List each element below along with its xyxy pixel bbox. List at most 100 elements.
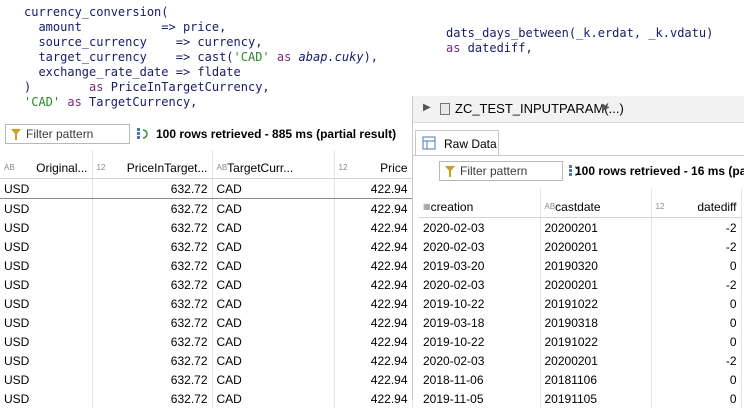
column-header-castdate[interactable]: AB castdate: [540, 189, 652, 218]
table-row[interactable]: 2020-02-03 20200201 -2: [419, 275, 742, 294]
table-row[interactable]: 2020-02-03 20200201 -2: [419, 237, 742, 256]
chevron-right-icon[interactable]: ▶: [423, 102, 431, 113]
column-header-original[interactable]: AB Original...: [0, 150, 93, 179]
table-cell: 2020-02-03: [419, 351, 541, 370]
table-cell: 0: [651, 294, 742, 313]
tab-raw-data-label: Raw Data: [444, 137, 497, 151]
column-type-icon: AB: [216, 162, 228, 172]
table-cell: CAD: [212, 294, 335, 313]
column-header-price[interactable]: 12 Price: [334, 150, 413, 179]
table-cell: 422.94: [334, 256, 413, 275]
table-row[interactable]: USD 632.72 CAD 422.94: [0, 198, 413, 218]
table-cell: 20190320: [540, 256, 652, 275]
table-row[interactable]: 2019-11-05 20191105 0: [419, 389, 742, 408]
table-row[interactable]: USD 632.72 CAD 422.94: [0, 218, 413, 237]
table-cell: 2018-11-06: [419, 370, 541, 389]
right-status-text: 100 rows retrieved - 16 ms (pa: [575, 164, 744, 178]
table-cell: 632.72: [92, 313, 213, 332]
code-line: ) as PriceInTargetCurrency,: [24, 80, 378, 95]
table-icon: [422, 136, 436, 150]
table-cell: 422.94: [334, 237, 413, 256]
column-type-icon: 12: [655, 201, 665, 211]
table-row[interactable]: 2019-03-18 20190318 0: [419, 313, 742, 332]
table-row[interactable]: 2020-02-03 20200201 -2: [419, 217, 742, 237]
table-row[interactable]: 2018-11-06 20181106 0: [419, 370, 742, 389]
column-type-icon: 12: [96, 162, 106, 172]
code-line: as datediff,: [446, 41, 713, 56]
breadcrumb-bar: ▶ ZC_TEST_INPUTPARAM(...) ▶: [413, 96, 744, 123]
code-token: 'CAD': [233, 50, 270, 64]
table-row[interactable]: USD 632.72 CAD 422.94: [0, 389, 413, 408]
table-row[interactable]: USD 632.72 CAD 422.94: [0, 351, 413, 370]
table-cell: -2: [651, 237, 742, 256]
column-header-label: PriceInTarget...: [126, 160, 208, 175]
table-row[interactable]: USD 632.72 CAD 422.94: [0, 313, 413, 332]
table-cell: USD: [0, 313, 93, 332]
code-editor-left: currency_conversion( amount => price, so…: [24, 5, 378, 110]
table-row[interactable]: USD 632.72 CAD 422.94: [0, 275, 413, 294]
breadcrumb-entity[interactable]: ZC_TEST_INPUTPARAM(...): [455, 101, 624, 116]
table-cell: 2019-03-18: [419, 313, 541, 332]
table-row[interactable]: USD 632.72 CAD 422.94: [0, 237, 413, 256]
tab-raw-data[interactable]: Raw Data: [415, 130, 499, 156]
table-cell: 422.94: [334, 332, 413, 351]
table-row[interactable]: USD 632.72 CAD 422.94: [0, 256, 413, 275]
code-token: dats_days_between(_k.erdat, _k.vdatu): [446, 26, 714, 40]
table-cell: 422.94: [334, 351, 413, 370]
code-token: cast(: [197, 50, 234, 64]
table-cell: 632.72: [92, 178, 213, 199]
table-cell: -2: [651, 351, 742, 370]
table-cell: 20191022: [540, 294, 652, 313]
column-type-icon: AB: [544, 201, 556, 211]
code-line: source_currency => currency,: [24, 35, 378, 50]
table-row[interactable]: 2020-02-03 20200201 -2: [419, 351, 742, 370]
column-header-label: creation: [430, 199, 474, 214]
code-token: exchange_rate_date => fldate: [24, 65, 241, 79]
table-cell: 422.94: [334, 370, 413, 389]
table-row[interactable]: USD 632.72 CAD 422.94: [0, 178, 413, 199]
code-token: currency_conversion(: [24, 5, 169, 19]
table-cell: USD: [0, 237, 93, 256]
left-filter-input[interactable]: Filter pattern: [5, 124, 130, 144]
table-row[interactable]: USD 632.72 CAD 422.94: [0, 370, 413, 389]
table-row[interactable]: 2019-10-22 20191022 0: [419, 294, 742, 313]
table-row[interactable]: USD 632.72 CAD 422.94: [0, 332, 413, 351]
table-cell: 20200201: [540, 237, 652, 256]
table-cell: CAD: [212, 332, 335, 351]
table-cell: 422.94: [334, 218, 413, 237]
table-cell: 20191022: [540, 332, 652, 351]
table-cell: USD: [0, 351, 93, 370]
code-line: 'CAD' as TargetCurrency,: [24, 95, 378, 110]
table-cell: USD: [0, 256, 93, 275]
table-row[interactable]: 2019-10-22 20191022 0: [419, 332, 742, 351]
column-header-creation[interactable]: ▦ creation: [419, 189, 541, 218]
table-cell: CAD: [212, 237, 335, 256]
code-token: as: [60, 95, 82, 109]
right-filter-input[interactable]: Filter pattern: [439, 161, 563, 181]
chevron-right-icon[interactable]: ▶: [602, 102, 610, 113]
table-cell: 0: [651, 256, 742, 275]
column-header-label: castdate: [555, 199, 601, 214]
code-line: amount => price,: [24, 20, 378, 35]
column-header-priceintarget[interactable]: 12 PriceInTarget...: [92, 150, 213, 179]
table-cell: USD: [0, 275, 93, 294]
filter-icon: [11, 129, 21, 140]
table-cell: 20190318: [540, 313, 652, 332]
column-header-targetcurr[interactable]: AB TargetCurr...: [212, 150, 335, 179]
refresh-rows-icon[interactable]: [136, 126, 150, 140]
code-line: dats_days_between(_k.erdat, _k.vdatu): [446, 26, 713, 41]
code-token: target_currency =>: [24, 50, 198, 64]
table-cell: CAD: [212, 389, 335, 408]
code-token: as: [269, 50, 299, 64]
table-cell: CAD: [212, 218, 335, 237]
table-cell: CAD: [212, 178, 335, 199]
code-token: ): [24, 80, 90, 94]
table-row[interactable]: USD 632.72 CAD 422.94: [0, 294, 413, 313]
table-row[interactable]: 2019-03-20 20190320 0: [419, 256, 742, 275]
column-header-label: Price: [380, 160, 408, 175]
column-header-datediff[interactable]: 12 datediff: [651, 189, 742, 218]
table-cell: USD: [0, 332, 93, 351]
table-cell: 2019-11-05: [419, 389, 541, 408]
table-cell: 632.72: [92, 294, 213, 313]
code-token: as: [89, 80, 104, 94]
